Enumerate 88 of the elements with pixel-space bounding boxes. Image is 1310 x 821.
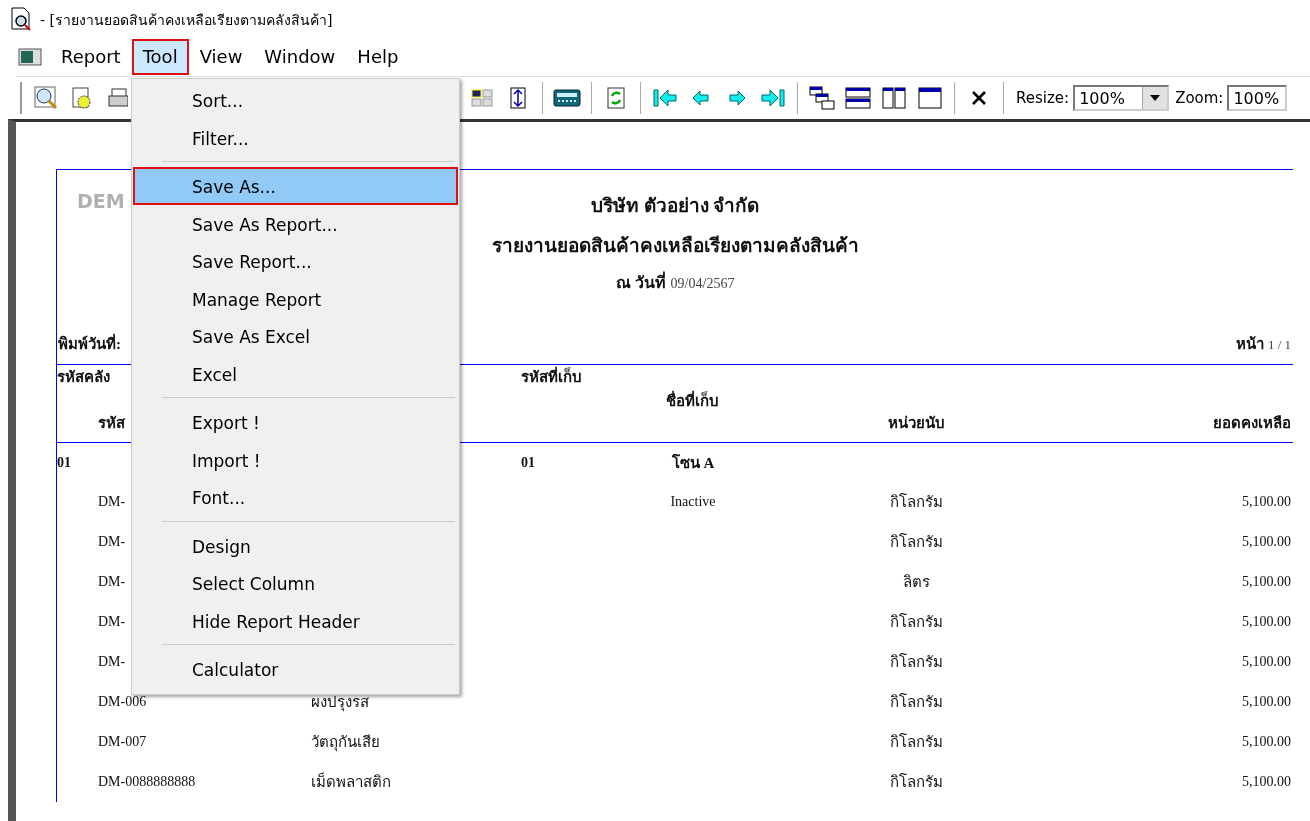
menu-item[interactable]: Hide Report Header [133, 601, 458, 639]
report-title: รายงานยอดสินค้าคงเหลือเรียงตามคลังสินค้า [491, 234, 859, 258]
menu-item[interactable]: Save As... [133, 167, 458, 205]
company-name: บริษัท ตัวอย่าง จำกัด [590, 194, 760, 218]
zoom-label: Zoom: [1175, 89, 1224, 107]
table-cell: 5,100.00 [1242, 774, 1291, 790]
table-cell: DM- [98, 654, 126, 670]
menu-item[interactable]: Save Report... [133, 242, 458, 280]
menu-item[interactable]: Manage Report [133, 279, 458, 317]
menu-item[interactable]: Excel [133, 354, 458, 392]
menu-item[interactable]: Report [50, 39, 132, 75]
report-preview-icon [10, 7, 32, 31]
table-cell: 5,100.00 [1242, 734, 1291, 750]
previous-arrow-icon[interactable] [691, 89, 711, 107]
column-header: รหัส [98, 414, 125, 433]
menu-item[interactable]: Design [133, 526, 458, 564]
table-cell-text: กิโลกรัม [889, 492, 943, 512]
document-window-icon[interactable] [18, 47, 42, 67]
column-header: ชื่อที่เก็บ [666, 389, 719, 413]
watermark-text: DEM [77, 190, 125, 212]
table-cell-text: ลิตร [902, 573, 930, 592]
menu-item[interactable]: Select Column [133, 564, 458, 602]
tile-vertical-icon[interactable] [882, 87, 906, 109]
menu-item[interactable]: Save As Excel [133, 317, 458, 355]
menu-item[interactable]: Save As Report... [133, 204, 458, 242]
grid-icon[interactable] [471, 88, 493, 108]
resize-dropdown[interactable]: 100% [1073, 85, 1170, 111]
table-cell: Inactive [670, 494, 716, 510]
next-arrow-icon[interactable] [727, 89, 747, 107]
table-cell: DM-006 [98, 694, 147, 710]
table-cell: 5,100.00 [1242, 534, 1291, 550]
zoom-field[interactable]: 100% [1227, 85, 1288, 111]
cascade-windows-icon[interactable] [809, 86, 835, 110]
window-title: - [รายงานยอดสินค้าคงเหลือเรียงตามคลังสินค้า] [40, 11, 333, 30]
last-page-icon[interactable] [759, 88, 787, 108]
table-cell-text: กิโลกรัม [889, 612, 943, 632]
magnifier-icon[interactable] [33, 85, 59, 111]
table-cell-text: วัตถุกันเสีย [311, 733, 380, 754]
table-cell: 5,100.00 [1242, 494, 1291, 510]
first-page-icon[interactable] [651, 88, 679, 108]
table-cell-text: กิโลกรัม [889, 772, 943, 792]
table-cell: DM- [98, 534, 126, 550]
vertical-resize-icon[interactable] [510, 87, 526, 109]
column-header: ยอดคงเหลือ [1213, 414, 1291, 433]
menu-item[interactable]: Tool [131, 39, 189, 75]
menu-item[interactable]: Calculator [133, 650, 458, 688]
table-cell: DM-0088888888 [98, 774, 196, 790]
table-cell-text: กิโลกรัม [889, 532, 943, 552]
table-cell-text: ผงปรุงรส [311, 693, 369, 714]
date-label: ณ วันที่ [615, 270, 666, 295]
table-cell: DM- [98, 574, 126, 590]
page-number: 1 / 1 [1267, 337, 1291, 353]
column-header: หน่วยนับ [887, 414, 945, 433]
table-cell-text: โซน A [671, 453, 715, 473]
table-cell: 01 [521, 454, 535, 471]
table-cell: DM-007 [98, 734, 147, 750]
menu-item[interactable]: Sort... [133, 81, 458, 119]
table-cell: 5,100.00 [1242, 574, 1291, 590]
menu-item[interactable]: Import ! [133, 440, 458, 478]
window-icon[interactable] [918, 87, 942, 109]
gear-document-icon[interactable] [70, 86, 94, 110]
report-date: 09/04/2567 [670, 276, 735, 292]
page-label: หน้า [1235, 335, 1264, 354]
refresh-icon[interactable] [606, 86, 626, 110]
menu-item[interactable]: Help [346, 39, 410, 75]
column-header: รหัสที่เก็บ [521, 365, 582, 389]
table-cell: 5,100.00 [1242, 614, 1291, 630]
table-cell: DM- [98, 614, 126, 630]
close-icon[interactable] [971, 90, 987, 106]
table-cell-text: กิโลกรัม [889, 732, 943, 752]
table-cell: 5,100.00 [1242, 694, 1291, 710]
table-cell: 5,100.00 [1242, 654, 1291, 670]
table-cell-text: กิโลกรัม [889, 652, 943, 672]
column-header: รหัสคลัง [57, 368, 110, 387]
table-cell-text: เม็ดพลาสติก [311, 771, 391, 792]
menu-item[interactable]: Window [253, 39, 347, 75]
table-cell: DM- [98, 494, 126, 510]
menu-item[interactable]: Export ! [133, 403, 458, 441]
menu-item[interactable]: Filter... [133, 118, 458, 156]
printer-icon[interactable] [108, 86, 128, 110]
menu-item[interactable]: Font... [133, 478, 458, 516]
resize-label: Resize: [1016, 89, 1070, 107]
table-cell: 01 [57, 454, 71, 471]
calculator-icon[interactable] [553, 88, 581, 108]
menu-item[interactable]: View [188, 39, 254, 75]
tile-horizontal-icon[interactable] [845, 87, 871, 109]
table-cell-text: กิโลกรัม [889, 692, 943, 712]
caret-icon [1150, 95, 1161, 101]
